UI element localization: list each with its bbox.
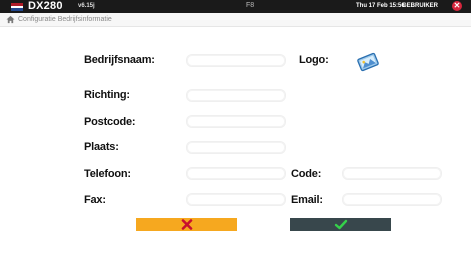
image-gallery-icon — [357, 52, 379, 72]
top-status-bar: DX280 v6.15j F8 Thu 17 Feb 15:56 GEBRUIK… — [0, 0, 471, 13]
version-label: v6.15j — [78, 3, 95, 9]
email-field[interactable] — [342, 193, 442, 206]
function-key-label: F8 — [246, 2, 255, 9]
logo-label: Logo: — [299, 54, 329, 66]
app-title: DX280 — [28, 0, 63, 12]
x-icon — [181, 219, 192, 230]
company-name-label: Bedrijfsnaam: — [84, 54, 155, 66]
code-label: Code: — [291, 168, 322, 180]
breadcrumb-label: Configuratie Bedrijfsinformatie — [18, 16, 112, 23]
code-field[interactable] — [342, 167, 442, 180]
netherlands-flag-icon — [11, 3, 23, 11]
postcode-label: Postcode: — [84, 116, 136, 128]
cancel-button[interactable] — [136, 218, 237, 231]
postcode-field[interactable] — [186, 115, 286, 128]
datetime-display: Thu 17 Feb 15:56 — [356, 3, 405, 9]
company-name-field[interactable] — [186, 54, 286, 67]
confirm-button[interactable] — [290, 218, 391, 231]
breadcrumb: Configuratie Bedrijfsinformatie — [0, 13, 471, 27]
direction-label: Richting: — [84, 89, 130, 101]
fax-field[interactable] — [186, 193, 286, 206]
phone-field[interactable] — [186, 167, 286, 180]
fax-label: Fax: — [84, 194, 106, 206]
direction-field[interactable] — [186, 89, 286, 102]
user-label: GEBRUIKER — [402, 3, 439, 9]
email-label: Email: — [291, 194, 323, 206]
logo-picker-button[interactable] — [353, 51, 383, 73]
close-icon: ✕ — [453, 1, 461, 10]
city-label: Plaats: — [84, 141, 119, 153]
home-icon[interactable] — [6, 15, 15, 24]
close-button[interactable]: ✕ — [452, 1, 462, 11]
city-field[interactable] — [186, 141, 286, 154]
phone-label: Telefoon: — [84, 168, 131, 180]
checkmark-icon — [334, 219, 347, 230]
